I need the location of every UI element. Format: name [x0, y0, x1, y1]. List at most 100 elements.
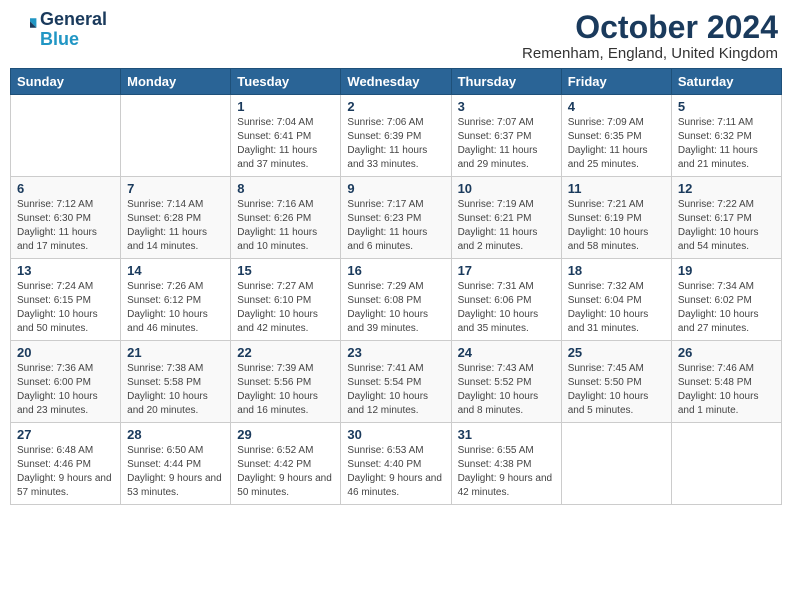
cell-info-text: Sunrise: 7:27 AMSunset: 6:10 PMDaylight:… — [237, 280, 334, 336]
calendar-cell: 30 Sunrise: 6:53 AMSunset: 4:40 PMDayligh… — [341, 423, 451, 505]
cell-info-text: Sunrise: 7:14 AMSunset: 6:28 PMDaylight:… — [127, 198, 224, 254]
cell-date-number: 1 — [237, 99, 334, 114]
calendar-cell: 8 Sunrise: 7:16 AMSunset: 6:26 PMDaylight… — [231, 177, 341, 259]
calendar-cell: 2Sunrise: 7:06 AMSunset: 6:39 PMDaylight… — [341, 95, 451, 177]
calendar-week-row: 1 Sunrise: 7:04 AMSunset: 6:41 PMDaylight… — [11, 95, 782, 177]
calendar-week-row: 27 Sunrise: 6:48 AMSunset: 4:46 PMDayligh… — [11, 423, 782, 505]
cell-info-text: Sunrise: 7:39 AMSunset: 5:56 PMDaylight:… — [237, 362, 334, 418]
cell-info-text: Sunrise: 6:53 AMSunset: 4:40 PMDaylight:… — [347, 444, 444, 500]
calendar-cell — [671, 423, 781, 505]
calendar-cell: 27 Sunrise: 6:48 AMSunset: 4:46 PMDayligh… — [11, 423, 121, 505]
cell-date-number: 23 — [347, 345, 444, 360]
cell-info-text: Sunrise: 7:45 AMSunset: 5:50 PMDaylight:… — [568, 362, 665, 418]
calendar-cell: 9Sunrise: 7:17 AMSunset: 6:23 PMDaylight… — [341, 177, 451, 259]
calendar-week-row: 20Sunrise: 7:36 AMSunset: 6:00 PMDayligh… — [11, 341, 782, 423]
cell-date-number: 12 — [678, 181, 775, 196]
calendar-cell: 20Sunrise: 7:36 AMSunset: 6:00 PMDayligh… — [11, 341, 121, 423]
cell-info-text: Sunrise: 7:16 AMSunset: 6:26 PMDaylight:… — [237, 198, 334, 254]
weekday-header-saturday: Saturday — [671, 69, 781, 95]
calendar-cell: 10Sunrise: 7:19 AMSunset: 6:21 PMDayligh… — [451, 177, 561, 259]
calendar-week-row: 6 Sunrise: 7:12 AMSunset: 6:30 PMDaylight… — [11, 177, 782, 259]
logo-text: General Blue — [40, 10, 107, 50]
weekday-header-friday: Friday — [561, 69, 671, 95]
cell-info-text: Sunrise: 7:32 AMSunset: 6:04 PMDaylight:… — [568, 280, 665, 336]
calendar-cell: 14 Sunrise: 7:26 AMSunset: 6:12 PMDayligh… — [121, 259, 231, 341]
cell-date-number: 28 — [127, 427, 224, 442]
cell-date-number: 5 — [678, 99, 775, 114]
cell-date-number: 7 — [127, 181, 224, 196]
logo-icon — [14, 15, 38, 39]
cell-info-text: Sunrise: 7:24 AMSunset: 6:15 PMDaylight:… — [17, 280, 114, 336]
calendar-cell: 22 Sunrise: 7:39 AMSunset: 5:56 PMDayligh… — [231, 341, 341, 423]
month-year-title: October 2024 — [522, 10, 778, 45]
cell-info-text: Sunrise: 7:26 AMSunset: 6:12 PMDaylight:… — [127, 280, 224, 336]
calendar-cell — [121, 95, 231, 177]
cell-date-number: 15 — [237, 263, 334, 278]
calendar-cell: 28 Sunrise: 6:50 AMSunset: 4:44 PMDayligh… — [121, 423, 231, 505]
cell-date-number: 11 — [568, 181, 665, 196]
page-header: General Blue October 2024 Remenham, Engl… — [10, 10, 782, 62]
calendar-cell: 1 Sunrise: 7:04 AMSunset: 6:41 PMDaylight… — [231, 95, 341, 177]
cell-info-text: Sunrise: 7:06 AMSunset: 6:39 PMDaylight:… — [347, 116, 444, 172]
cell-info-text: Sunrise: 7:04 AMSunset: 6:41 PMDaylight:… — [237, 116, 334, 172]
cell-date-number: 17 — [458, 263, 555, 278]
calendar-cell: 18 Sunrise: 7:32 AMSunset: 6:04 PMDayligh… — [561, 259, 671, 341]
cell-info-text: Sunrise: 6:48 AMSunset: 4:46 PMDaylight:… — [17, 444, 114, 500]
calendar-cell: 7 Sunrise: 7:14 AMSunset: 6:28 PMDaylight… — [121, 177, 231, 259]
calendar-cell: 21Sunrise: 7:38 AMSunset: 5:58 PMDayligh… — [121, 341, 231, 423]
cell-date-number: 27 — [17, 427, 114, 442]
calendar-cell — [561, 423, 671, 505]
cell-info-text: Sunrise: 6:50 AMSunset: 4:44 PMDaylight:… — [127, 444, 224, 500]
cell-info-text: Sunrise: 7:12 AMSunset: 6:30 PMDaylight:… — [17, 198, 114, 254]
weekday-header-thursday: Thursday — [451, 69, 561, 95]
cell-info-text: Sunrise: 7:31 AMSunset: 6:06 PMDaylight:… — [458, 280, 555, 336]
cell-date-number: 22 — [237, 345, 334, 360]
calendar-cell: 6 Sunrise: 7:12 AMSunset: 6:30 PMDaylight… — [11, 177, 121, 259]
calendar-cell: 25 Sunrise: 7:45 AMSunset: 5:50 PMDayligh… — [561, 341, 671, 423]
cell-date-number: 24 — [458, 345, 555, 360]
cell-info-text: Sunrise: 7:22 AMSunset: 6:17 PMDaylight:… — [678, 198, 775, 254]
weekday-header-row: SundayMondayTuesdayWednesdayThursdayFrid… — [11, 69, 782, 95]
calendar-cell: 12 Sunrise: 7:22 AMSunset: 6:17 PMDayligh… — [671, 177, 781, 259]
cell-date-number: 30 — [347, 427, 444, 442]
cell-date-number: 8 — [237, 181, 334, 196]
cell-info-text: Sunrise: 7:11 AMSunset: 6:32 PMDaylight:… — [678, 116, 775, 172]
cell-info-text: Sunrise: 7:46 AMSunset: 5:48 PMDaylight:… — [678, 362, 775, 418]
calendar-cell: 23 Sunrise: 7:41 AMSunset: 5:54 PMDayligh… — [341, 341, 451, 423]
cell-date-number: 18 — [568, 263, 665, 278]
cell-date-number: 9 — [347, 181, 444, 196]
cell-date-number: 21 — [127, 345, 224, 360]
cell-date-number: 3 — [458, 99, 555, 114]
cell-info-text: Sunrise: 6:55 AMSunset: 4:38 PMDaylight:… — [458, 444, 555, 500]
calendar-cell: 3 Sunrise: 7:07 AMSunset: 6:37 PMDaylight… — [451, 95, 561, 177]
calendar-cell — [11, 95, 121, 177]
cell-info-text: Sunrise: 7:09 AMSunset: 6:35 PMDaylight:… — [568, 116, 665, 172]
calendar-week-row: 13Sunrise: 7:24 AMSunset: 6:15 PMDayligh… — [11, 259, 782, 341]
calendar-cell: 13Sunrise: 7:24 AMSunset: 6:15 PMDayligh… — [11, 259, 121, 341]
cell-info-text: Sunrise: 7:29 AMSunset: 6:08 PMDaylight:… — [347, 280, 444, 336]
calendar-cell: 16 Sunrise: 7:29 AMSunset: 6:08 PMDayligh… — [341, 259, 451, 341]
cell-info-text: Sunrise: 7:43 AMSunset: 5:52 PMDaylight:… — [458, 362, 555, 418]
cell-date-number: 6 — [17, 181, 114, 196]
calendar-cell: 15 Sunrise: 7:27 AMSunset: 6:10 PMDayligh… — [231, 259, 341, 341]
calendar-cell: 5 Sunrise: 7:11 AMSunset: 6:32 PMDaylight… — [671, 95, 781, 177]
calendar-cell: 29Sunrise: 6:52 AMSunset: 4:42 PMDayligh… — [231, 423, 341, 505]
cell-info-text: Sunrise: 6:52 AMSunset: 4:42 PMDaylight:… — [237, 444, 334, 500]
cell-date-number: 31 — [458, 427, 555, 442]
cell-info-text: Sunrise: 7:21 AMSunset: 6:19 PMDaylight:… — [568, 198, 665, 254]
cell-date-number: 16 — [347, 263, 444, 278]
cell-date-number: 19 — [678, 263, 775, 278]
cell-date-number: 25 — [568, 345, 665, 360]
calendar-cell: 17 Sunrise: 7:31 AMSunset: 6:06 PMDayligh… — [451, 259, 561, 341]
cell-info-text: Sunrise: 7:07 AMSunset: 6:37 PMDaylight:… — [458, 116, 555, 172]
cell-info-text: Sunrise: 7:41 AMSunset: 5:54 PMDaylight:… — [347, 362, 444, 418]
cell-date-number: 10 — [458, 181, 555, 196]
weekday-header-sunday: Sunday — [11, 69, 121, 95]
calendar-cell: 4 Sunrise: 7:09 AMSunset: 6:35 PMDaylight… — [561, 95, 671, 177]
calendar-cell: 11 Sunrise: 7:21 AMSunset: 6:19 PMDayligh… — [561, 177, 671, 259]
calendar-cell: 31 Sunrise: 6:55 AMSunset: 4:38 PMDayligh… — [451, 423, 561, 505]
cell-date-number: 14 — [127, 263, 224, 278]
calendar-cell: 24 Sunrise: 7:43 AMSunset: 5:52 PMDayligh… — [451, 341, 561, 423]
cell-date-number: 26 — [678, 345, 775, 360]
cell-date-number: 4 — [568, 99, 665, 114]
